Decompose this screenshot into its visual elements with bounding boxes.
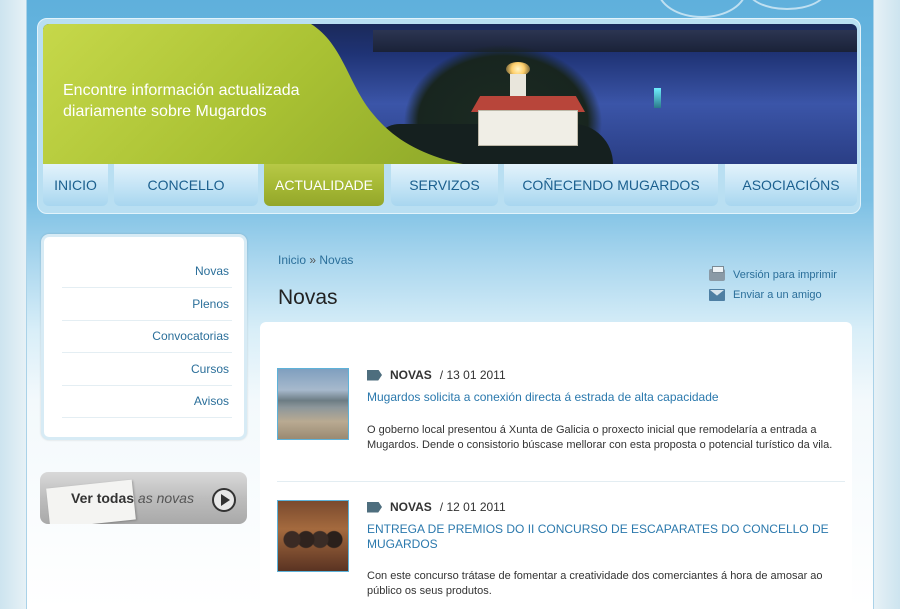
news-meta: NOVAS / 12 01 2011 bbox=[367, 500, 506, 514]
sidebar-item-avisos[interactable]: Avisos bbox=[62, 385, 232, 418]
news-date: / 12 01 2011 bbox=[439, 500, 506, 514]
news-summary: O goberno local presentou á Xunta de Gal… bbox=[367, 424, 833, 451]
news-meta: NOVAS / 13 01 2011 bbox=[367, 368, 506, 382]
news-title-link[interactable]: ENTREGA DE PREMIOS DO II CONCURSO DE ESC… bbox=[367, 522, 841, 552]
tag-icon bbox=[367, 369, 382, 381]
nav-item-asociacions[interactable]: ASOCIACIÓNS bbox=[725, 164, 857, 206]
header-banner: Encontre información actualizada diariam… bbox=[43, 24, 857, 164]
banner-tagline: Encontre información actualizada diariam… bbox=[63, 80, 343, 122]
nav-item-conecendo-mugardos[interactable]: COÑECENDO MUGARDOS bbox=[504, 164, 718, 206]
see-all-italic: as novas bbox=[137, 490, 194, 506]
news-thumbnail[interactable] bbox=[277, 500, 349, 572]
main-nav: INICIO CONCELLO ACTUALIDADE SERVIZOS COÑ… bbox=[43, 164, 857, 206]
news-title-link[interactable]: Mugardos solicita a conexión directa á e… bbox=[367, 390, 841, 405]
print-version-link[interactable]: Versión para imprimir bbox=[709, 266, 837, 282]
nav-item-inicio[interactable]: INICIO bbox=[43, 164, 108, 206]
sidebar-item-convocatorias[interactable]: Convocatorias bbox=[62, 320, 232, 353]
see-all-news-button[interactable]: Ver todas as novas bbox=[40, 472, 247, 524]
see-all-news-label: Ver todas as novas bbox=[71, 490, 194, 506]
news-category: NOVAS bbox=[390, 500, 432, 514]
breadcrumb: Inicio » Novas bbox=[278, 253, 353, 267]
see-all-bold: Ver todas bbox=[71, 490, 135, 506]
play-arrow-icon bbox=[212, 488, 236, 512]
print-version-label: Versión para imprimir bbox=[733, 269, 837, 281]
decorative-circle bbox=[657, 0, 747, 18]
news-date: / 13 01 2011 bbox=[439, 368, 506, 382]
breadcrumb-separator: » bbox=[309, 253, 317, 267]
sidebar-item-plenos[interactable]: Plenos bbox=[62, 288, 232, 321]
breadcrumb-current-link[interactable]: Novas bbox=[319, 253, 353, 267]
page: Encontre información actualizada diariam… bbox=[27, 0, 873, 609]
news-thumbnail[interactable] bbox=[277, 368, 349, 440]
banner-line-2: diariamente sobre Mugardos bbox=[63, 103, 267, 120]
news-divider bbox=[277, 481, 845, 482]
envelope-icon bbox=[709, 289, 725, 301]
lighthouse-house bbox=[478, 110, 578, 146]
nav-item-concello[interactable]: CONCELLO bbox=[114, 164, 258, 206]
news-item: NOVAS / 12 01 2011 ENTREGA DE PREMIOS DO… bbox=[277, 500, 847, 600]
nav-item-servizos[interactable]: SERVIZOS bbox=[391, 164, 498, 206]
sidebar-item-cursos[interactable]: Cursos bbox=[62, 353, 232, 386]
decorative-circle bbox=[747, 0, 827, 10]
news-category: NOVAS bbox=[390, 368, 432, 382]
breadcrumb-home-link[interactable]: Inicio bbox=[278, 253, 306, 267]
page-title: Novas bbox=[278, 286, 338, 309]
sidebar-item-novas[interactable]: Novas bbox=[62, 255, 232, 288]
send-to-friend-link[interactable]: Enviar a un amigo bbox=[709, 288, 822, 302]
sidebar-menu: Novas Plenos Convocatorias Cursos Avisos bbox=[41, 234, 247, 440]
tag-icon bbox=[367, 501, 382, 513]
news-item: NOVAS / 13 01 2011 Mugardos solicita a c… bbox=[277, 368, 847, 468]
news-summary: Con este concurso trátase de fomentar a … bbox=[367, 570, 823, 597]
send-to-friend-label: Enviar a un amigo bbox=[733, 289, 822, 301]
banner-line-1: Encontre información actualizada bbox=[63, 82, 300, 99]
printer-icon bbox=[709, 266, 725, 281]
nav-item-actualidade[interactable]: ACTUALIDADE bbox=[264, 164, 384, 206]
buoy-light bbox=[654, 88, 661, 108]
